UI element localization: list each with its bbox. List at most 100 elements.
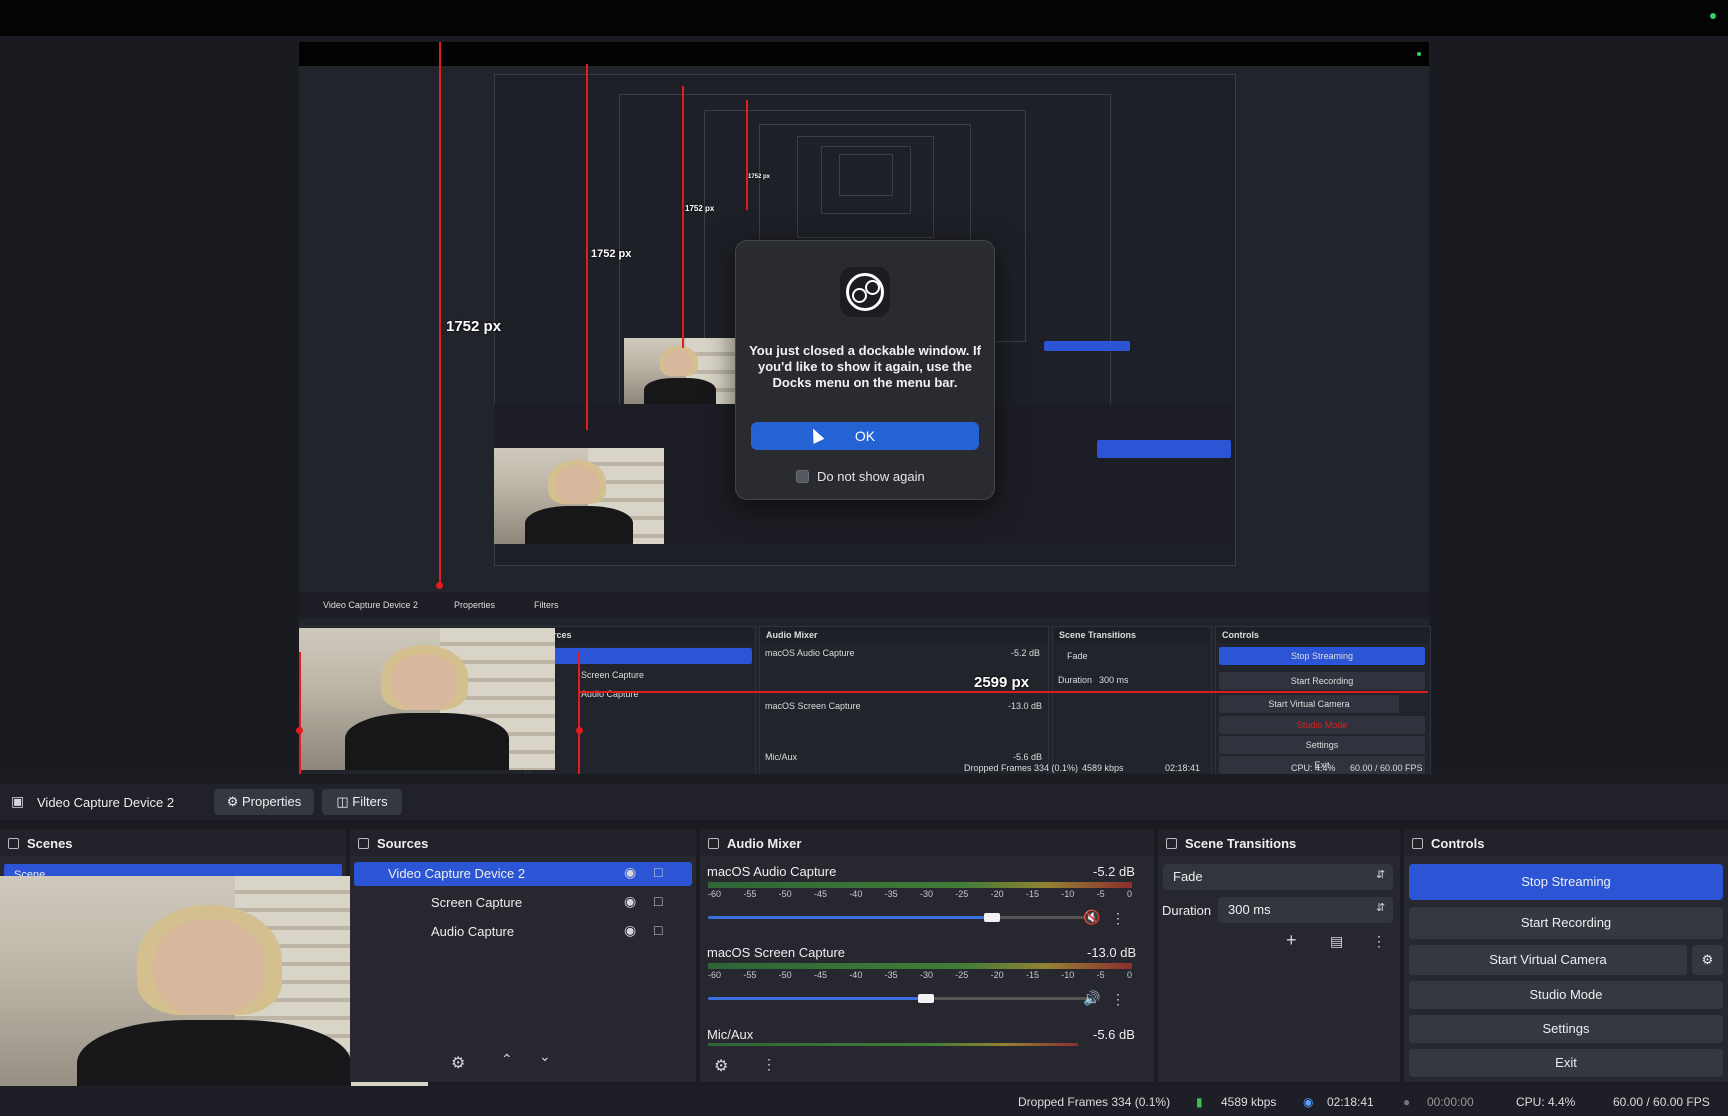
nested-start-virtual-camera: Start Virtual Camera <box>1219 695 1399 713</box>
dock-icon <box>1166 837 1177 849</box>
nested-source-name: Video Capture Device 2 <box>323 600 418 610</box>
lock-icon[interactable]: □ <box>654 864 662 880</box>
nested-transitions-dock: Scene Transitions <box>1052 626 1212 774</box>
nested-stop-streaming: Stop Streaming <box>1219 647 1425 665</box>
spin-arrows-icon[interactable]: ⇵ <box>1376 901 1385 914</box>
bitrate-icon: ▮ <box>1196 1095 1203 1109</box>
volume-slider-knob[interactable] <box>984 913 1000 922</box>
virtual-camera-settings-button[interactable]: ⚙ <box>1692 945 1723 975</box>
speaker-icon[interactable]: 🔊 <box>1083 990 1100 1007</box>
resize-handle[interactable] <box>296 727 303 734</box>
dock-closed-dialog: You just closed a dockable window. If yo… <box>735 240 995 500</box>
nested-start-recording: Start Recording <box>1219 672 1425 690</box>
duration-value: 300 ms <box>1228 902 1271 917</box>
nested-stop-streaming <box>1044 341 1130 351</box>
filters-label: Filters <box>352 794 388 809</box>
selected-source-name: Video Capture Device 2 <box>37 795 175 810</box>
more-options-icon[interactable]: ⋮ <box>1111 991 1125 1008</box>
meter-scale: -60 -55 -50 -45 -40 -35 -30 -25 -20 -15 -10 -5 0 <box>708 970 1132 980</box>
camera-icon: ▣ <box>11 793 25 809</box>
nested-mixer-channel: macOS Audio Capture <box>765 648 855 658</box>
visibility-eye-icon[interactable]: ◉ <box>624 893 636 910</box>
volume-meter <box>708 963 1132 969</box>
resize-handle[interactable] <box>576 727 583 734</box>
muted-speaker-icon[interactable]: 🔇 <box>1083 909 1100 926</box>
dropped-frames: Dropped Frames 334 (0.1%) <box>1018 1095 1171 1109</box>
measure-guide-vertical <box>586 64 588 430</box>
lock-icon[interactable]: □ <box>654 893 662 909</box>
more-options-icon[interactable]: ⋮ <box>762 1056 776 1073</box>
measure-guide-vertical <box>439 42 441 588</box>
nested-properties-label: Properties <box>454 600 496 610</box>
nested-studio-mode: Studio Mode <box>1219 716 1425 734</box>
add-icon[interactable]: + <box>1286 930 1297 951</box>
volume-meter <box>708 1043 1078 1046</box>
gear-icon: ⚙ <box>1701 952 1714 967</box>
measure-guide-vertical <box>746 100 748 210</box>
ok-button[interactable]: OK <box>751 422 979 450</box>
nested-webcam-feed <box>624 338 736 404</box>
sources-title: Sources <box>377 835 429 851</box>
measure-guide-horizontal <box>579 691 1428 693</box>
nested-status-cpu: CPU: 4.4% <box>1291 763 1336 773</box>
selection-outline <box>578 652 580 774</box>
measure-label-height: 1752 px <box>748 174 771 180</box>
controls-title: Controls <box>1431 835 1485 851</box>
scene-transitions-title: Scene Transitions <box>1185 835 1297 851</box>
source-item-label[interactable]: Audio Capture <box>431 924 514 939</box>
scenes-title: Scenes <box>27 835 73 851</box>
mixer-settings-icon[interactable]: ⚙ <box>714 1056 728 1076</box>
move-down-icon[interactable]: ⌄ <box>539 1048 551 1065</box>
more-options-icon[interactable]: ⋮ <box>1111 910 1125 927</box>
audio-mixer-header: Audio Mixer <box>700 830 1154 856</box>
nested-mixer-db: -5.2 dB <box>1011 648 1041 658</box>
checkbox-box[interactable] <box>796 470 809 483</box>
settings-button[interactable]: Settings <box>1409 1015 1723 1043</box>
dock-icon <box>358 837 369 849</box>
source-settings-icon[interactable]: ⚙ <box>451 1053 465 1073</box>
trash-icon[interactable]: ▤ <box>1330 933 1343 950</box>
duration-spinbox[interactable]: 300 ms <box>1218 897 1393 923</box>
record-icon: ● <box>1403 1095 1411 1109</box>
start-virtual-camera-button[interactable]: Start Virtual Camera <box>1409 945 1687 975</box>
source-item-label: Video Capture Device 2 <box>388 866 526 881</box>
nested-frame <box>839 154 893 196</box>
visibility-eye-icon[interactable]: ◉ <box>624 864 636 881</box>
start-recording-button[interactable]: Start Recording <box>1409 907 1723 939</box>
nested-mixer-channel: Mic/Aux <box>765 752 798 762</box>
properties-button[interactable]: ⚙ Properties <box>214 789 314 815</box>
studio-mode-button[interactable]: Studio Mode <box>1409 981 1723 1009</box>
selection-outline <box>299 652 301 774</box>
chevron-updown-icon: ⇵ <box>1376 869 1386 881</box>
audio-mixer-dock: Audio Mixer macOS Audio Capture -5.2 dB … <box>700 830 1154 1082</box>
resize-handle[interactable] <box>436 582 443 589</box>
fps: 60.00 / 60.00 FPS <box>1613 1095 1710 1109</box>
lock-icon[interactable]: □ <box>654 922 662 938</box>
nested-source-item: Screen Capture <box>581 670 645 680</box>
sources-dock-header: Sources <box>350 830 696 856</box>
mixer-channel-name: macOS Audio Capture <box>707 864 837 879</box>
more-options-icon[interactable]: ⋮ <box>1372 933 1386 950</box>
exit-button[interactable]: Exit <box>1409 1049 1723 1077</box>
move-up-icon[interactable]: ⌃ <box>501 1051 513 1068</box>
measure-label-height: 1752 px <box>591 248 632 260</box>
meter-scale: -60 -55 -50 -45 -40 -35 -30 -25 -20 -15 -10 -5 0 <box>708 889 1132 899</box>
mixer-channel-db: -5.6 dB <box>1093 1027 1135 1042</box>
webcam-source-preview[interactable] <box>299 628 555 770</box>
recursive-top-bar <box>299 42 1429 66</box>
nested-status-time: 02:18:41 <box>1165 763 1201 773</box>
nested-status-bitrate: 4589 kbps <box>1082 763 1124 773</box>
do-not-show-again-checkbox[interactable]: Do not show again <box>796 469 925 484</box>
stop-streaming-button[interactable]: Stop Streaming <box>1409 864 1723 900</box>
measure-label-height: 1752 px <box>685 204 715 213</box>
scene-transitions-dock: Scene Transitions Fade ⇵ Duration 300 ms… <box>1158 830 1400 1082</box>
source-item-label[interactable]: Screen Capture <box>431 895 522 910</box>
controls-header: Controls <box>1404 830 1728 856</box>
nested-mixer-db: -13.0 dB <box>1008 701 1043 711</box>
status-indicator-dot <box>1710 13 1716 19</box>
measure-guide-vertical <box>682 86 684 348</box>
visibility-eye-icon[interactable]: ◉ <box>624 922 636 939</box>
volume-slider-knob[interactable] <box>918 994 934 1003</box>
transition-select[interactable]: Fade <box>1163 864 1393 890</box>
filters-button[interactable]: ◫ Filters <box>322 789 402 815</box>
